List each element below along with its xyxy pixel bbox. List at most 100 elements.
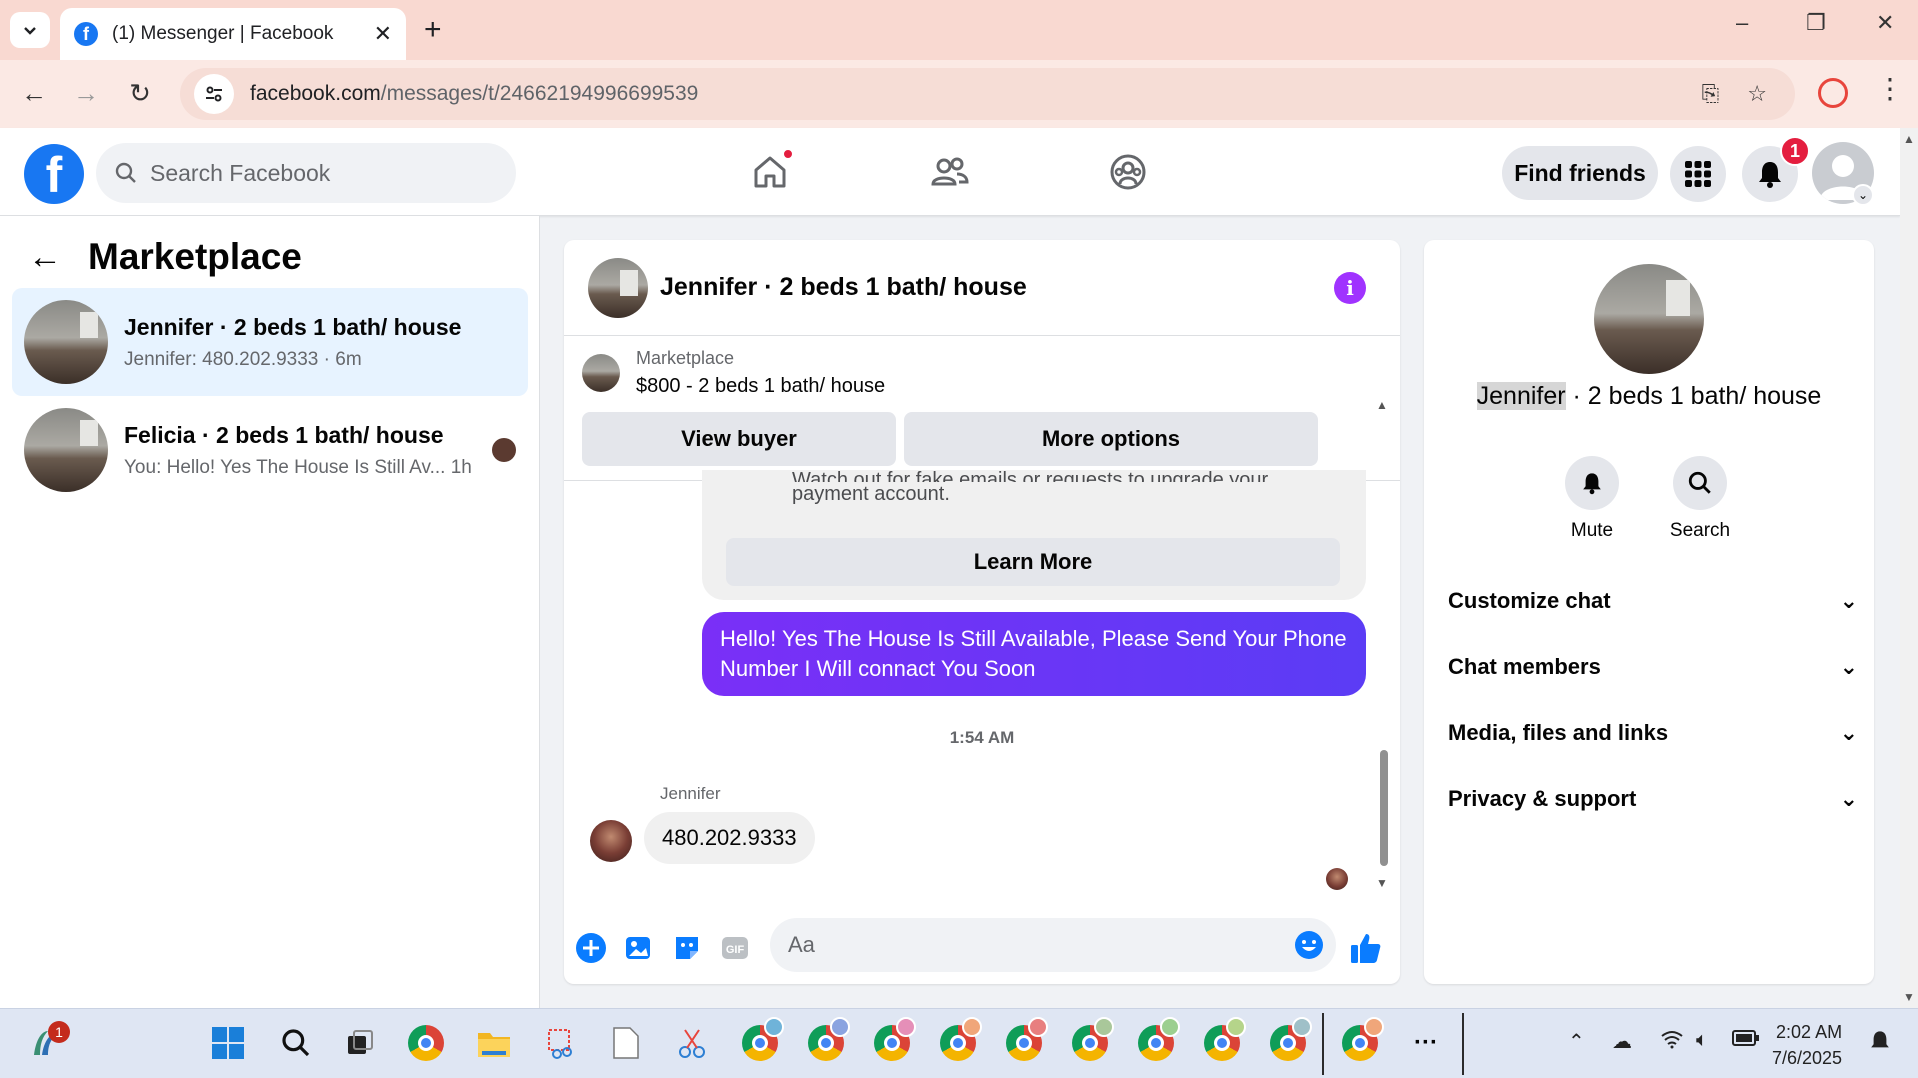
- onedrive-icon[interactable]: ☁: [1612, 1029, 1632, 1054]
- customize-chat-row[interactable]: Customize chat ⌄: [1448, 588, 1858, 614]
- system-clock[interactable]: 2:02 AM 7/6/2025: [1772, 1019, 1842, 1071]
- browser-tab[interactable]: f (1) Messenger | Facebook ✕: [60, 8, 406, 60]
- message-input[interactable]: Aa: [770, 918, 1336, 972]
- bookmark-star-icon[interactable]: ☆: [1747, 81, 1767, 107]
- chevron-down-icon: ⌄: [1839, 786, 1858, 811]
- chat-scrollbar-thumb[interactable]: [1380, 750, 1388, 866]
- home-nav[interactable]: [740, 148, 800, 196]
- thumbs-up-icon[interactable]: [1348, 930, 1384, 966]
- chrome-profile-9-icon[interactable]: [1268, 1017, 1312, 1063]
- task-view-icon[interactable]: [340, 1023, 380, 1063]
- incoming-message[interactable]: 480.202.9333: [644, 812, 815, 864]
- seen-avatar: [492, 438, 516, 462]
- marketplace-listing[interactable]: Marketplace $800 - 2 beds 1 bath/ house: [582, 348, 885, 398]
- chat-panel: Jennifer · 2 beds 1 bath/ house i Market…: [564, 240, 1400, 984]
- outgoing-message[interactable]: Hello! Yes The House Is Still Available,…: [702, 612, 1366, 696]
- chrome-active-window-icon[interactable]: [1340, 1017, 1384, 1063]
- info-icon[interactable]: i: [1334, 272, 1366, 304]
- back-arrow-icon[interactable]: ←: [28, 238, 62, 277]
- clock-time: 2:02 AM: [1776, 1022, 1843, 1042]
- chat-header-avatar[interactable]: [588, 257, 648, 318]
- media-files-links-row[interactable]: Media, files and links ⌄: [1448, 720, 1858, 746]
- groups-nav[interactable]: [1098, 148, 1158, 196]
- scroll-up-arrow-icon[interactable]: ▲: [1376, 398, 1388, 412]
- photo-icon[interactable]: [622, 931, 656, 965]
- file-explorer-icon[interactable]: [474, 1023, 514, 1063]
- restore-button[interactable]: ❐: [1806, 10, 1826, 36]
- tab-search-button[interactable]: [10, 12, 50, 48]
- menu-button[interactable]: [1670, 146, 1726, 202]
- chat-title[interactable]: Jennifer · 2 beds 1 bath/ house: [660, 273, 1027, 302]
- conversation-item-felicia[interactable]: Felicia · 2 beds 1 bath/ house You: Hell…: [12, 396, 528, 504]
- install-app-icon[interactable]: ⎘: [1702, 81, 1720, 107]
- site-settings-icon[interactable]: [194, 74, 234, 114]
- facebook-logo-icon[interactable]: f: [24, 144, 84, 204]
- chrome-profile-icon[interactable]: [1818, 78, 1848, 108]
- chrome-profile-7-icon[interactable]: [1136, 1017, 1180, 1063]
- show-hidden-icons-icon[interactable]: ⌃: [1568, 1029, 1585, 1054]
- marketplace-label: Marketplace: [636, 348, 735, 368]
- wifi-icon[interactable]: [1660, 1029, 1684, 1055]
- conversation-text: Felicia · 2 beds 1 bath/ house You: Hell…: [124, 422, 492, 479]
- page-scrollbar[interactable]: ▲ ▼: [1900, 128, 1918, 1008]
- sender-avatar[interactable]: [590, 820, 632, 862]
- conversation-item-jennifer[interactable]: Jennifer · 2 beds 1 bath/ house Jennifer…: [12, 288, 528, 396]
- tab-close-icon[interactable]: ✕: [374, 21, 392, 47]
- chrome-profile-4-icon[interactable]: [938, 1017, 982, 1063]
- learn-more-button[interactable]: Learn More: [726, 538, 1340, 586]
- chrome-profile-5-icon[interactable]: [1004, 1017, 1048, 1063]
- view-buyer-button[interactable]: View buyer: [582, 412, 896, 466]
- account-chevron-icon[interactable]: ⌄: [1852, 184, 1874, 206]
- page-scroll-down-icon[interactable]: ▼: [1903, 990, 1915, 1004]
- windows-start-icon[interactable]: [208, 1023, 248, 1063]
- more-apps-icon[interactable]: ···: [1406, 1023, 1446, 1063]
- close-window-button[interactable]: ✕: [1876, 10, 1894, 36]
- safety-warning-card: Watch out for fake emails or requests to…: [702, 469, 1366, 600]
- chrome-profile-1-icon[interactable]: [740, 1017, 784, 1063]
- plus-icon[interactable]: [574, 931, 608, 965]
- reload-icon[interactable]: ↻: [122, 78, 158, 109]
- chat-members-row[interactable]: Chat members ⌄: [1448, 654, 1858, 680]
- read-receipt-avatar: [1326, 868, 1348, 890]
- info-name: Jennifer · 2 beds 1 bath/ house: [1476, 382, 1822, 410]
- sticker-icon[interactable]: [670, 931, 704, 965]
- scroll-down-arrow-icon[interactable]: ▼: [1376, 876, 1388, 890]
- minimize-button[interactable]: –: [1736, 10, 1748, 36]
- chat-header: Jennifer · 2 beds 1 bath/ house i: [564, 240, 1400, 336]
- friends-nav[interactable]: [920, 148, 980, 196]
- search-icon: [115, 162, 136, 183]
- taskbar: 1 ··· ⌃ ☁ 🔈︎ 2:02 AM 7/6/2025: [0, 1008, 1918, 1078]
- conversation-snippet: Jennifer: 480.202.9333 · 6m: [124, 348, 362, 370]
- forward-icon[interactable]: →: [68, 78, 104, 109]
- mute-button[interactable]: Mute: [1552, 456, 1632, 542]
- address-bar[interactable]: facebook.com/messages/t/2466219499669953…: [180, 68, 1795, 120]
- chrome-profile-2-icon[interactable]: [806, 1017, 850, 1063]
- volume-icon[interactable]: 🔈︎: [1696, 1029, 1708, 1052]
- privacy-support-row[interactable]: Privacy & support ⌄: [1448, 786, 1858, 812]
- notepad-icon[interactable]: [606, 1023, 646, 1063]
- search-icon: [1673, 456, 1727, 510]
- chrome-profile-6-icon[interactable]: [1070, 1017, 1114, 1063]
- snipping-tool-icon[interactable]: [542, 1023, 582, 1063]
- chrome-menu-icon[interactable]: ⋮: [1876, 72, 1904, 105]
- battery-icon[interactable]: [1732, 1029, 1760, 1053]
- find-friends-button[interactable]: Find friends: [1502, 146, 1658, 200]
- listing-thumbnail: [24, 300, 108, 384]
- back-icon[interactable]: ←: [16, 78, 52, 109]
- new-tab-button[interactable]: +: [424, 12, 442, 48]
- search-in-chat-button[interactable]: Search: [1660, 456, 1740, 542]
- chrome-taskbar-icon[interactable]: [406, 1023, 446, 1063]
- search-label: Search: [1669, 520, 1731, 541]
- page-scroll-up-icon[interactable]: ▲: [1903, 132, 1915, 146]
- message-timestamp: 1:54 AM: [949, 728, 1015, 747]
- gif-icon[interactable]: GIF: [718, 931, 752, 965]
- page-title: Marketplace: [88, 236, 302, 277]
- chrome-profile-8-icon[interactable]: [1202, 1017, 1246, 1063]
- facebook-search-input[interactable]: Search Facebook: [96, 143, 516, 203]
- scissors-app-icon[interactable]: [672, 1023, 712, 1063]
- notification-center-icon[interactable]: [1868, 1029, 1892, 1059]
- more-options-button[interactable]: More options: [904, 412, 1318, 466]
- taskbar-search-icon[interactable]: [276, 1023, 316, 1063]
- emoji-icon[interactable]: [1294, 930, 1324, 960]
- chrome-profile-3-icon[interactable]: [872, 1017, 916, 1063]
